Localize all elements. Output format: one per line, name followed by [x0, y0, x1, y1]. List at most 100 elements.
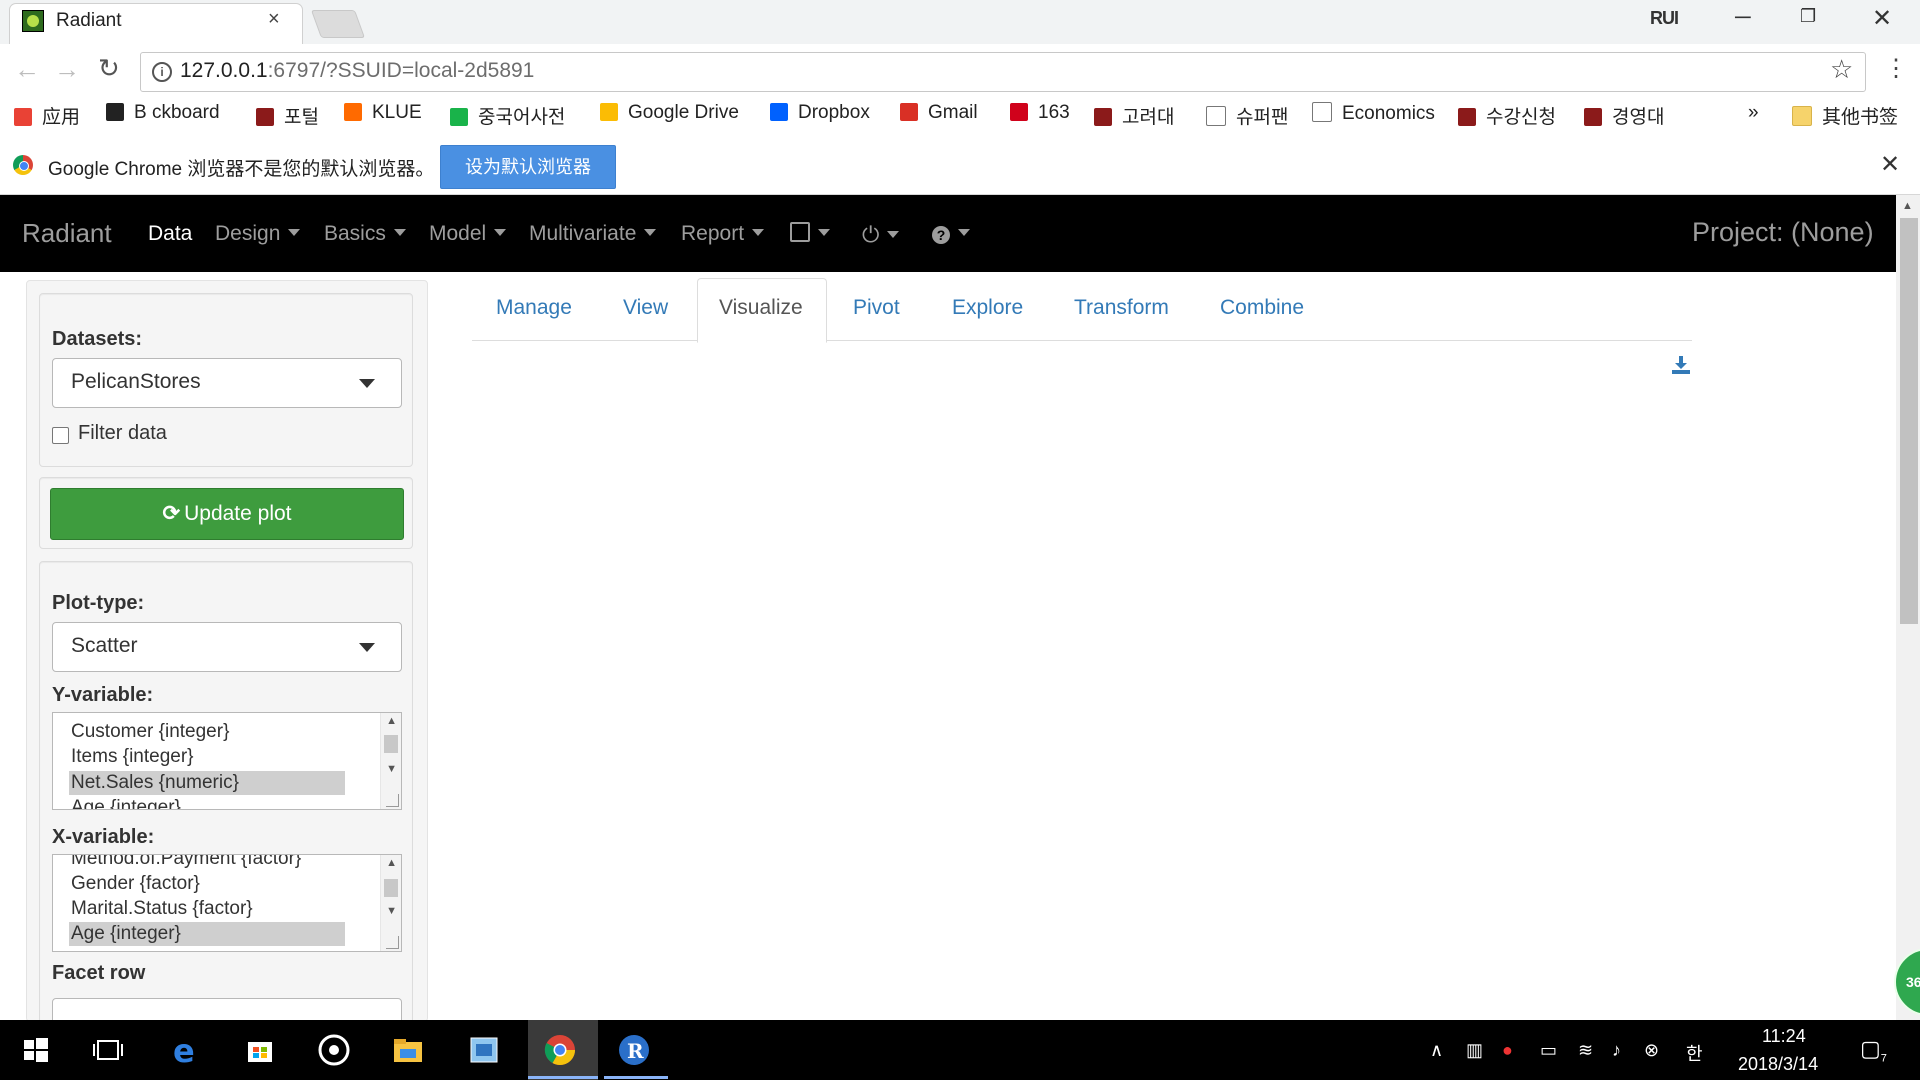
scroll-thumb[interactable]	[384, 879, 398, 897]
bookmark-item[interactable]: B ckboard	[106, 102, 220, 126]
x-option[interactable]: Marital.Status {factor}	[71, 897, 253, 921]
task-view-icon[interactable]	[90, 1032, 126, 1068]
chrome-running-indicator	[528, 1076, 598, 1079]
scroll-up-icon[interactable]: ▲	[386, 857, 397, 869]
datasets-select[interactable]: PelicanStores	[52, 358, 402, 408]
edge-icon[interactable]: e	[168, 1032, 204, 1068]
bookmark-item[interactable]: 경영대	[1584, 102, 1665, 128]
tray-wifi-icon[interactable]: ≋	[1578, 1040, 1593, 1061]
scroll-up-icon[interactable]: ▲	[386, 715, 397, 727]
help-icon: ?	[932, 226, 950, 244]
tab-pivot[interactable]: Pivot	[853, 296, 900, 320]
bookmark-item[interactable]: Gmail	[900, 102, 978, 126]
url-text[interactable]: 127.0.0.1:6797/?SSUID=local-2d5891	[180, 59, 534, 83]
bookmark-label: 경영대	[1612, 107, 1665, 128]
bookmark-label: B ckboard	[134, 102, 220, 123]
radiant-brand[interactable]: Radiant	[22, 218, 112, 249]
restore-icon[interactable]: ❐	[1800, 6, 1816, 27]
taskbar-clock-time[interactable]: 11:24	[1762, 1026, 1806, 1047]
bookmark-item[interactable]: 포털	[256, 102, 319, 128]
scroll-thumb[interactable]	[384, 735, 398, 753]
nav-save-menu[interactable]	[790, 222, 830, 246]
window-close-icon[interactable]: ✕	[1872, 4, 1892, 33]
tray-app-icon[interactable]: ●	[1502, 1040, 1513, 1061]
infobar-close-icon[interactable]: ✕	[1880, 150, 1900, 179]
tab-combine[interactable]: Combine	[1220, 296, 1304, 320]
tray-volume-muted-icon[interactable]: ♪	[1612, 1040, 1621, 1061]
scroll-up-icon[interactable]: ▲	[1902, 200, 1913, 212]
resize-grip-icon[interactable]	[386, 936, 399, 949]
tab-manage[interactable]: Manage	[496, 296, 572, 320]
bookmark-item[interactable]: KLUE	[344, 102, 422, 126]
scroll-down-icon[interactable]: ▼	[386, 905, 397, 917]
x-option[interactable]: Gender {factor}	[71, 872, 200, 896]
chrome-menu-icon[interactable]: ⋮	[1884, 54, 1908, 83]
x-option-selected[interactable]: Age {integer}	[69, 922, 345, 946]
bookmark-item[interactable]: Economics	[1312, 102, 1435, 126]
tray-battery-icon[interactable]: ▭	[1540, 1040, 1557, 1061]
profile-button[interactable]: RUI	[1650, 8, 1679, 29]
site-info-icon[interactable]: i	[152, 62, 172, 82]
tab-close-icon[interactable]: ×	[268, 8, 280, 31]
filter-data-checkbox[interactable]	[52, 427, 69, 444]
resize-grip-icon[interactable]	[386, 794, 399, 807]
media-app-icon[interactable]	[316, 1032, 352, 1068]
browser-tab[interactable]	[10, 4, 302, 44]
y-option-selected[interactable]: Net.Sales {numeric}	[69, 771, 345, 795]
download-icon[interactable]	[1670, 354, 1692, 376]
tab-view[interactable]: View	[623, 296, 668, 320]
minimize-icon[interactable]: ─	[1735, 4, 1751, 30]
back-arrow-icon[interactable]: ←	[14, 54, 40, 85]
update-plot-button[interactable]: ⟳ Update plot	[50, 488, 404, 540]
y-option[interactable]: Customer {integer}	[71, 720, 229, 744]
reload-icon[interactable]: ↻	[98, 53, 120, 84]
tray-chevron-up-icon[interactable]: ∧	[1430, 1040, 1443, 1061]
y-variable-listbox[interactable]: Customer {integer} Items {integer} Net.S…	[52, 712, 402, 810]
page-scroll-thumb[interactable]	[1900, 218, 1918, 624]
tab-transform[interactable]: Transform	[1074, 296, 1169, 320]
plot-type-select[interactable]: Scatter	[52, 622, 402, 672]
scroll-down-icon[interactable]: ▼	[386, 763, 397, 775]
bookmark-item[interactable]: 수강신청	[1458, 102, 1556, 128]
bookmark-item[interactable]: 应用	[14, 102, 80, 128]
set-default-browser-button[interactable]: 设为默认浏览器	[440, 145, 616, 189]
bookmark-item[interactable]: Google Drive	[600, 102, 739, 126]
store-icon[interactable]	[242, 1032, 278, 1068]
bookmarks-overflow-button[interactable]: »	[1748, 102, 1759, 126]
x-option[interactable]: Method.of.Payment {factor}	[71, 855, 301, 871]
forward-arrow-icon[interactable]: →	[54, 54, 80, 85]
nav-model[interactable]: Model	[429, 222, 507, 246]
x-variable-listbox[interactable]: Method.of.Payment {factor} Gender {facto…	[52, 854, 402, 952]
file-explorer-icon[interactable]	[390, 1032, 426, 1068]
bookmark-item[interactable]: 중국어사전	[450, 102, 565, 128]
y-option[interactable]: Age {integer}	[71, 796, 181, 809]
nav-power-menu[interactable]: ⏻	[862, 222, 900, 248]
nav-design[interactable]: Design	[215, 222, 301, 246]
nav-multivariate[interactable]: Multivariate	[529, 222, 657, 246]
tab-explore[interactable]: Explore	[952, 296, 1023, 320]
other-bookmarks-folder[interactable]: 其他书签	[1792, 102, 1898, 128]
bookmark-item[interactable]: 고려대	[1094, 102, 1174, 128]
nav-help-menu[interactable]: ?	[932, 222, 970, 246]
photo-app-icon[interactable]	[466, 1032, 502, 1068]
nav-report[interactable]: Report	[681, 222, 765, 246]
tray-ime-indicator[interactable]: 한	[1686, 1040, 1703, 1066]
bookmark-star-icon[interactable]: ☆	[1830, 54, 1853, 85]
tray-keyboard-icon[interactable]: ▥	[1466, 1040, 1483, 1061]
bookmark-item[interactable]: 163	[1010, 102, 1070, 126]
chrome-taskbar-icon[interactable]	[542, 1032, 578, 1068]
y-option[interactable]: Items {integer}	[71, 745, 194, 769]
nav-data[interactable]: Data	[148, 222, 192, 246]
bookmark-item[interactable]: 슈퍼팬	[1206, 102, 1288, 128]
tray-close-circle-icon[interactable]: ⊗	[1644, 1040, 1659, 1061]
blackboard-icon	[106, 103, 124, 121]
nav-basics[interactable]: Basics	[324, 222, 406, 246]
nav-basics-label: Basics	[324, 222, 386, 245]
bookmark-item[interactable]: Dropbox	[770, 102, 870, 126]
facet-row-select[interactable]	[52, 998, 402, 1021]
action-center-icon[interactable]: ▢7	[1860, 1036, 1887, 1064]
windows-start-icon[interactable]	[18, 1032, 54, 1068]
taskbar-clock-date[interactable]: 2018/3/14	[1738, 1054, 1818, 1075]
tab-visualize[interactable]: Visualize	[719, 296, 803, 320]
r-app-icon[interactable]: R	[616, 1032, 652, 1068]
